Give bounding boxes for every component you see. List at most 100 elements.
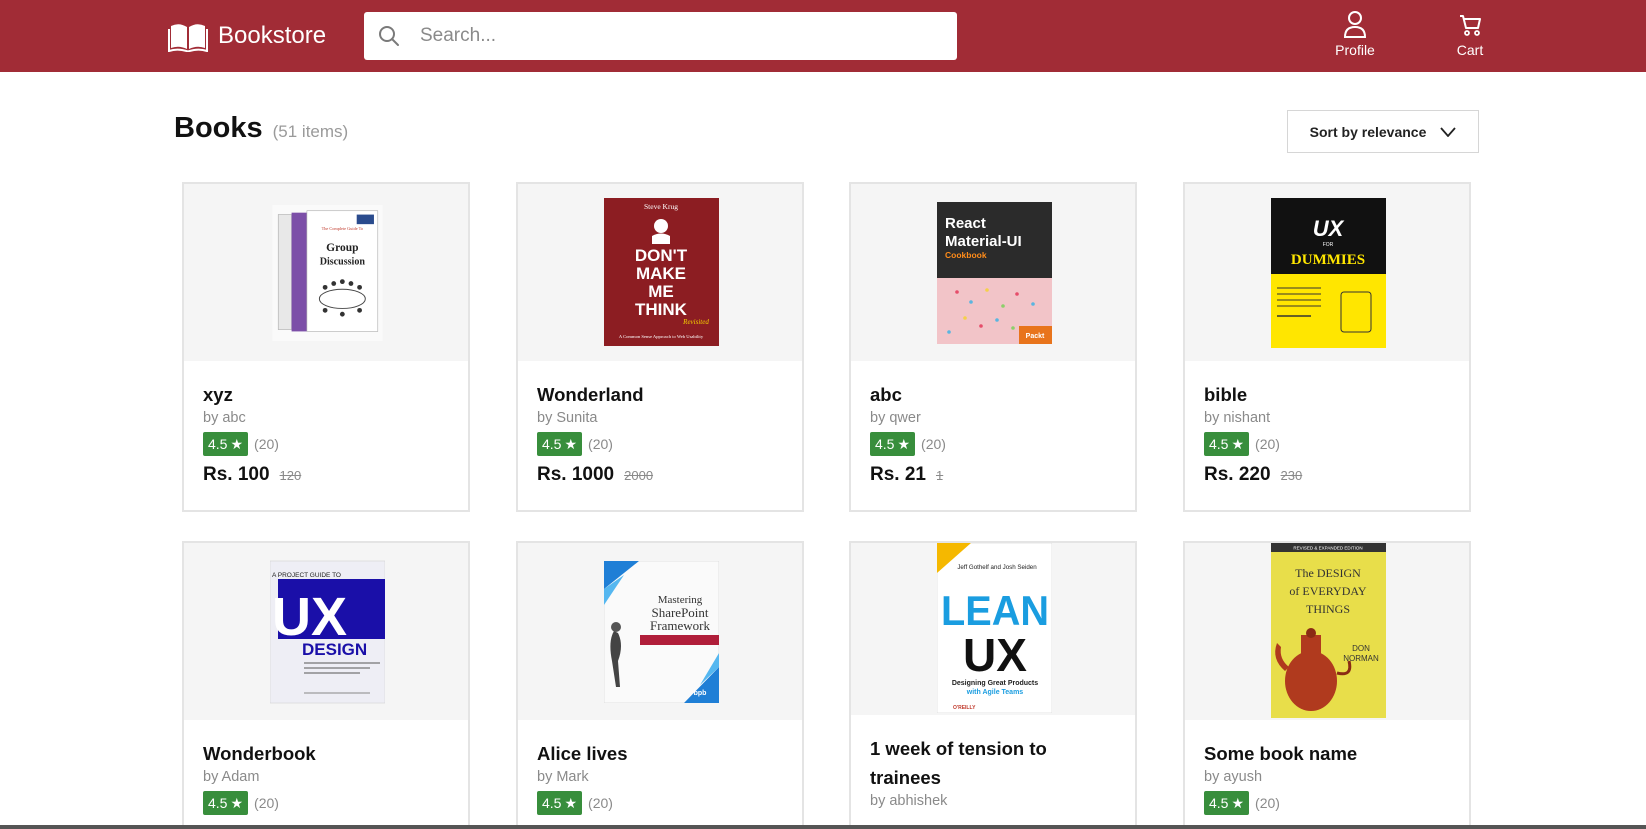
page-title: Books — [174, 112, 263, 144]
cover-line: Packt — [1026, 333, 1045, 340]
cover-line: of EVERYDAY — [1289, 584, 1367, 598]
book-cover: REVISED & EXPANDED EDITION The DESIGN of… — [1271, 543, 1386, 718]
item-count: (51 items) — [272, 122, 349, 141]
cover-line: Material-UI — [945, 233, 1022, 250]
cover-line: DON'T — [635, 246, 688, 265]
cover-line: LEAN — [941, 587, 1049, 634]
cover-line: ME — [648, 282, 674, 301]
book-cover: Steve Krug DON'T MAKE ME THINK Revisited… — [604, 198, 719, 346]
book-author: by abhishek — [870, 793, 948, 809]
rating-badge: 4.5 ★ — [870, 432, 916, 456]
cover-line: THINGS — [1306, 602, 1350, 616]
cover-line: DUMMIES — [1291, 252, 1365, 268]
cover-line: UX — [1313, 216, 1345, 241]
rating-badge: 4.5 ★ — [1204, 432, 1250, 456]
cover-line: DESIGN — [302, 640, 367, 659]
top-navbar: Bookstore Profile Cart — [0, 0, 1646, 72]
rating-badge: 4.5 ★ — [537, 432, 583, 456]
book-card[interactable]: A PROJECT GUIDE TO UX DESIGN Wonderbook … — [182, 541, 470, 829]
cover-line: FOR — [1323, 242, 1334, 248]
cover-line: Discussion — [320, 256, 366, 267]
rating-count: (20) — [588, 795, 613, 811]
book-cover: UX FOR DUMMIES — [1271, 198, 1386, 348]
book-title: 1 week of tension to trainees — [870, 738, 1047, 788]
rating-badge: 4.5 ★ — [1204, 791, 1250, 815]
book-cover: Mastering SharePoint Framework bpb — [604, 561, 719, 703]
book-card[interactable]: REVISED & EXPANDED EDITION The DESIGN of… — [1183, 541, 1471, 829]
rating-count: (20) — [588, 436, 613, 452]
cover-line: REVISED & EXPANDED EDITION — [1293, 546, 1362, 551]
cover-line: The Complete Guide To — [322, 226, 364, 231]
cover-line: Steve Krug — [644, 202, 678, 211]
book-card[interactable]: Steve Krug DON'T MAKE ME THINK Revisited… — [516, 182, 804, 512]
cover-line: UX — [963, 629, 1027, 681]
star-icon: ★ — [1231, 794, 1245, 811]
book-title: xyz — [203, 384, 233, 405]
price: Rs. 220 — [1204, 464, 1271, 485]
book-author: by abc — [203, 410, 246, 426]
book-cover: A PROJECT GUIDE TO UX DESIGN — [270, 560, 385, 704]
book-cover: The Complete Guide To Group Discussion — [272, 205, 383, 341]
cover-line: The DESIGN — [1295, 566, 1361, 580]
book-info: Some book name by ayush 4.5 ★ (20) — [1204, 739, 1434, 815]
cover-line: MAKE — [636, 264, 686, 283]
cart-button[interactable]: Cart — [1454, 10, 1486, 58]
book-cover-area: Steve Krug DON'T MAKE ME THINK Revisited… — [518, 184, 802, 361]
book-title: abc — [870, 384, 902, 405]
book-info: Wonderland by Sunita 4.5 ★ (20) Rs. 1000 … — [537, 380, 767, 486]
cover-line: Jeff Gothelf and Josh Seiden — [957, 564, 1037, 571]
rating-row: 4.5 ★ (20) — [1204, 791, 1434, 815]
book-title: bible — [1204, 384, 1248, 405]
user-icon — [1343, 11, 1367, 38]
rating-badge: 4.5 ★ — [203, 432, 249, 456]
original-price: 120 — [279, 468, 302, 483]
book-info: Alice lives by Mark 4.5 ★ (20) — [537, 739, 767, 815]
star-icon: ★ — [897, 435, 911, 452]
cover-line: NORMAN — [1343, 654, 1379, 663]
cover-line: A Common Sense Approach to Web Usability — [619, 334, 704, 339]
cover-line: Group — [326, 242, 358, 254]
book-title: Wonderland — [537, 384, 644, 405]
book-info: abc by qwer 4.5 ★ (20) Rs. 21 1 — [870, 380, 1100, 486]
chevron-down-icon — [1440, 126, 1457, 137]
book-card[interactable]: UX FOR DUMMIES bible by nishant 4.5 ★ (20… — [1183, 182, 1471, 512]
star-icon: ★ — [564, 794, 578, 811]
book-cover-area: REVISED & EXPANDED EDITION The DESIGN of… — [1185, 543, 1469, 720]
brand-logo[interactable]: Bookstore — [168, 20, 326, 52]
listing-header: Books (51 items) — [174, 112, 348, 145]
sort-dropdown[interactable]: Sort by relevance — [1287, 110, 1479, 153]
brand-name: Bookstore — [218, 22, 327, 49]
rating-row: 4.5 ★ (20) — [537, 791, 767, 815]
book-card[interactable]: React Material-UI Cookbook Packt abc by … — [849, 182, 1137, 512]
book-card[interactable]: Jeff Gothelf and Josh Seiden LEAN UX Des… — [849, 541, 1137, 829]
rating-row: 4.5 ★ (20) — [203, 432, 433, 456]
book-info: bible by nishant 4.5 ★ (20) Rs. 220 230 — [1204, 380, 1434, 486]
profile-button[interactable]: Profile — [1331, 10, 1379, 58]
cart-icon — [1460, 15, 1481, 36]
book-author: by Adam — [203, 769, 260, 785]
book-card[interactable]: Mastering SharePoint Framework bpb Alice… — [516, 541, 804, 829]
search-icon — [379, 26, 399, 46]
book-title: Wonderbook — [203, 743, 316, 764]
rating-count: (20) — [1255, 436, 1280, 452]
rating-count: (20) — [1255, 795, 1280, 811]
cart-label: Cart — [1456, 42, 1484, 58]
cover-line: THINK — [635, 300, 688, 319]
rating-badge: 4.5 ★ — [537, 791, 583, 815]
rating-row: 4.5 ★ (20) — [537, 432, 767, 456]
search-input[interactable] — [420, 25, 940, 47]
book-cover-area: UX FOR DUMMIES — [1185, 184, 1469, 361]
price: Rs. 21 — [870, 464, 926, 485]
book-cover-area: React Material-UI Cookbook Packt — [851, 184, 1135, 361]
book-card[interactable]: The Complete Guide To Group Discussion x… — [182, 182, 470, 512]
book-author: by qwer — [870, 410, 921, 426]
book-cover-area: The Complete Guide To Group Discussion — [184, 184, 468, 361]
book-author: by nishant — [1204, 410, 1271, 426]
cover-line: Cookbook — [945, 250, 987, 260]
book-cover-area: Jeff Gothelf and Josh Seiden LEAN UX Des… — [851, 543, 1135, 715]
price: Rs. 1000 — [537, 464, 615, 485]
price-row: Rs. 100 120 — [203, 464, 433, 486]
search-bar[interactable] — [364, 12, 957, 60]
window-bottom-edge — [0, 825, 1646, 829]
star-icon: ★ — [230, 794, 244, 811]
